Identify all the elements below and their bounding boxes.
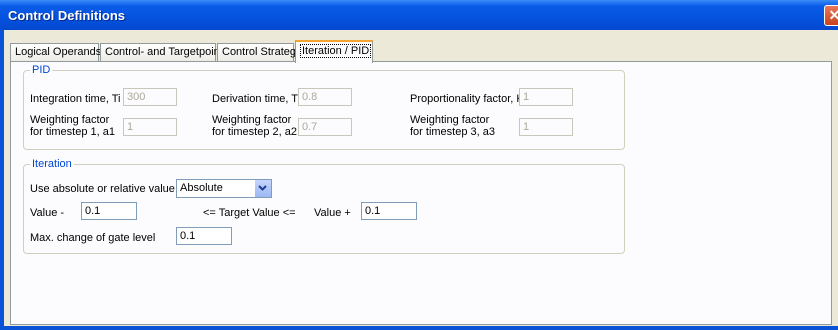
weighting-factor-2-label-line2: for timestep 2, a2 (212, 126, 297, 138)
derivation-time-field[interactable]: 0.8 (298, 88, 352, 106)
chevron-down-icon (258, 185, 267, 191)
window-title: Control Definitions (8, 8, 125, 23)
weighting-factor-1-field[interactable]: 1 (123, 118, 177, 136)
tab-label: Control- and Targetpoint (105, 46, 223, 58)
tab-label: Control Strategy (222, 46, 302, 58)
value-minus-label: Value - (30, 207, 65, 219)
weighting-factor-1-label-line2: for timestep 1, a1 (30, 126, 115, 138)
weighting-factor-1-label-line1: Weighting factor (30, 114, 110, 126)
max-change-gate-label: Max. change of gate level (30, 232, 156, 244)
weighting-factor-3-field[interactable]: 1 (519, 118, 573, 136)
close-icon: ✕ (828, 7, 838, 23)
absolute-relative-value: Absolute (180, 182, 223, 194)
weighting-factor-2-label-line1: Weighting factor (212, 114, 292, 126)
value-minus-field[interactable]: 0.1 (81, 202, 137, 220)
value-plus-field[interactable]: 0.1 (361, 202, 417, 220)
tab-iteration-pid[interactable]: Iteration / PID (295, 40, 373, 63)
absolute-relative-select[interactable]: Absolute (176, 179, 272, 198)
title-bar[interactable]: Control Definitions ✕ (0, 0, 838, 30)
tab-label: Iteration / PID (300, 44, 372, 58)
tab-panel-iteration-pid: PID Integration time, Ti 300 Derivation … (10, 61, 832, 325)
max-change-gate-field[interactable]: 0.1 (176, 227, 232, 245)
value-plus-label: Value + (314, 207, 351, 219)
dialog-window: Control Definitions ✕ Logical Operands C… (0, 0, 838, 330)
integration-time-field[interactable]: 300 (123, 88, 177, 106)
tab-control-strategy[interactable]: Control Strategy (217, 43, 301, 61)
weighting-factor-2-field[interactable]: 0.7 (298, 118, 352, 136)
target-value-label: <= Target Value <= (203, 207, 296, 219)
pid-group-legend: PID (32, 64, 51, 76)
weighting-factor-3-label-line1: Weighting factor (410, 114, 490, 126)
tab-logical-operands[interactable]: Logical Operands (10, 43, 102, 61)
integration-time-label: Integration time, Ti (30, 93, 121, 105)
absolute-relative-label: Use absolute or relative value (30, 183, 175, 195)
proportionality-factor-field[interactable]: 1 (519, 88, 573, 106)
dropdown-button[interactable] (254, 180, 271, 197)
weighting-factor-3-label-line2: for timestep 3, a3 (410, 126, 495, 138)
tab-control-targetpoint[interactable]: Control- and Targetpoint (100, 43, 223, 61)
dialog-client-area: Logical Operands Control- and Targetpoin… (4, 30, 838, 326)
derivation-time-label: Derivation time, Td (212, 93, 305, 105)
tab-label: Logical Operands (15, 46, 102, 58)
close-button[interactable]: ✕ (824, 5, 838, 26)
proportionality-factor-label: Proportionality factor, K (410, 93, 524, 105)
iteration-group-legend: Iteration (32, 158, 72, 170)
